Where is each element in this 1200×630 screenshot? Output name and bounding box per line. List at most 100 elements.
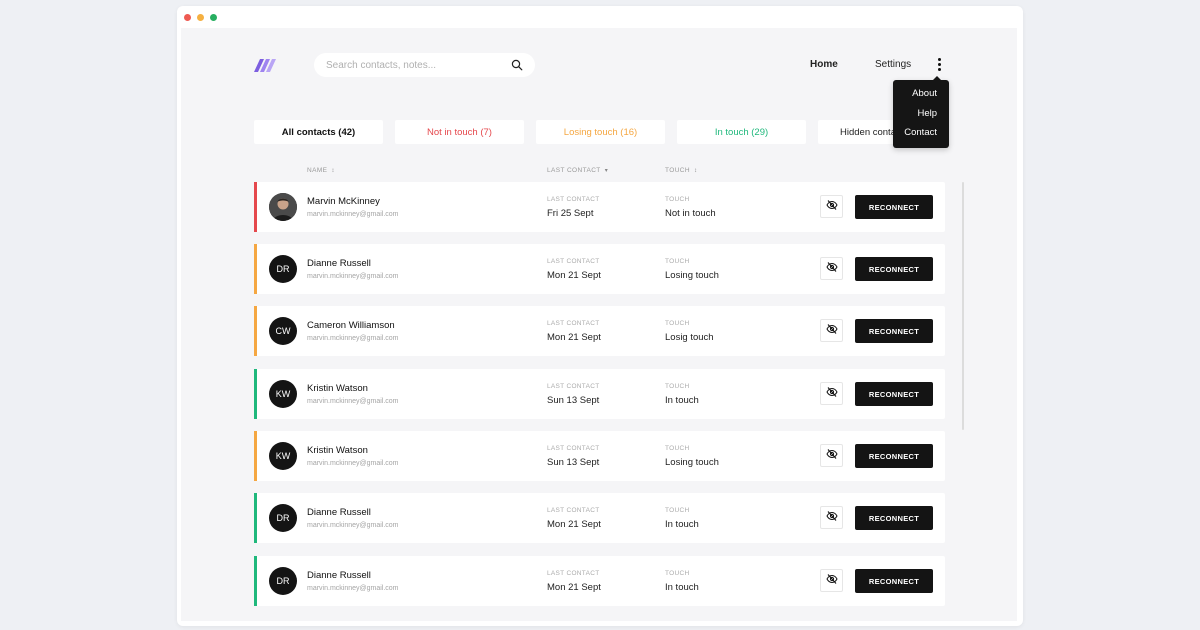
reconnect-button[interactable]: RECONNECT — [855, 195, 933, 219]
sort-both-icon: ↕ — [694, 167, 698, 174]
maximize-window-button[interactable] — [210, 14, 217, 21]
status-indicator — [254, 493, 257, 543]
more-menu-icon[interactable] — [933, 56, 945, 72]
contact-email: marvin.mckinney@gmail.com — [307, 273, 399, 280]
tab-in-touch[interactable]: In touch (29) — [677, 120, 806, 144]
hide-contact-button[interactable] — [820, 382, 843, 405]
last-contact-value: Sun 13 Sept — [547, 395, 600, 406]
last-contact-label: LAST CONTACT — [547, 445, 600, 452]
column-label-name: NAME — [307, 167, 328, 174]
search-bar[interactable] — [314, 53, 535, 77]
contact-email: marvin.mckinney@gmail.com — [307, 335, 399, 342]
touch-value: Losig touch — [665, 332, 714, 343]
touch-label: TOUCH — [665, 383, 690, 390]
sort-both-icon: ↕ — [331, 167, 335, 174]
last-contact-label: LAST CONTACT — [547, 383, 600, 390]
reconnect-button[interactable]: RECONNECT — [855, 444, 933, 468]
contact-name: Dianne Russell — [307, 507, 371, 518]
reconnect-button[interactable]: RECONNECT — [855, 506, 933, 530]
touch-value: Not in touch — [665, 208, 716, 219]
nav-settings[interactable]: Settings — [875, 59, 911, 70]
tab-all-contacts[interactable]: All contacts (42) — [254, 120, 383, 144]
contact-row[interactable]: Marvin McKinney marvin.mckinney@gmail.co… — [254, 182, 945, 232]
hide-contact-button[interactable] — [820, 195, 843, 218]
tab-losing-touch[interactable]: Losing touch (16) — [536, 120, 665, 144]
app-content: Home Settings About Help Contact All con… — [181, 28, 1017, 621]
touch-label: TOUCH — [665, 570, 690, 577]
contact-email: marvin.mckinney@gmail.com — [307, 522, 399, 529]
avatar: KW — [269, 380, 297, 408]
touch-value: Losing touch — [665, 270, 719, 281]
eye-off-icon — [825, 260, 838, 278]
close-window-button[interactable] — [184, 14, 191, 21]
touch-label: TOUCH — [665, 507, 690, 514]
touch-value: Losing touch — [665, 457, 719, 468]
status-indicator — [254, 431, 257, 481]
reconnect-button[interactable]: RECONNECT — [855, 382, 933, 406]
touch-label: TOUCH — [665, 258, 690, 265]
status-indicator — [254, 182, 257, 232]
last-contact-value: Mon 21 Sept — [547, 582, 601, 593]
touch-label: TOUCH — [665, 445, 690, 452]
tab-not-in-touch[interactable]: Not in touch (7) — [395, 120, 524, 144]
touch-label: TOUCH — [665, 196, 690, 203]
sort-down-icon: ▾ — [604, 168, 609, 174]
last-contact-label: LAST CONTACT — [547, 196, 600, 203]
status-indicator — [254, 369, 257, 419]
reconnect-button[interactable]: RECONNECT — [855, 257, 933, 281]
contact-email: marvin.mckinney@gmail.com — [307, 211, 399, 218]
hide-contact-button[interactable] — [820, 506, 843, 529]
contact-name: Cameron Williamson — [307, 320, 395, 331]
column-header-last-contact[interactable]: LAST CONTACT ▾ — [547, 167, 608, 174]
contact-email: marvin.mckinney@gmail.com — [307, 460, 399, 467]
reconnect-button[interactable]: RECONNECT — [855, 319, 933, 343]
avatar: CW — [269, 317, 297, 345]
touch-value: In touch — [665, 519, 699, 530]
hide-contact-button[interactable] — [820, 257, 843, 280]
window-controls — [184, 14, 217, 21]
contact-email: marvin.mckinney@gmail.com — [307, 398, 399, 405]
eye-off-icon — [825, 447, 838, 465]
column-label-touch: TOUCH — [665, 167, 690, 174]
contact-name: Dianne Russell — [307, 258, 371, 269]
touch-value: In touch — [665, 395, 699, 406]
contact-name: Dianne Russell — [307, 570, 371, 581]
menu-item-help[interactable]: Help — [893, 108, 949, 128]
column-header-touch[interactable]: TOUCH ↕ — [665, 167, 697, 174]
reconnect-button[interactable]: RECONNECT — [855, 569, 933, 593]
logo-icon[interactable] — [253, 57, 277, 73]
filter-tabs: All contacts (42) Not in touch (7) Losin… — [254, 120, 947, 144]
eye-off-icon — [825, 385, 838, 403]
search-icon[interactable] — [511, 59, 523, 71]
contact-row[interactable]: KW Kristin Watson marvin.mckinney@gmail.… — [254, 369, 945, 419]
last-contact-value: Sun 13 Sept — [547, 457, 600, 468]
more-menu-dropdown: About Help Contact — [893, 76, 949, 148]
hide-contact-button[interactable] — [820, 444, 843, 467]
avatar: KW — [269, 442, 297, 470]
menu-item-about[interactable]: About — [893, 88, 949, 108]
avatar: DR — [269, 504, 297, 532]
nav-home[interactable]: Home — [810, 59, 838, 70]
eye-off-icon — [825, 572, 838, 590]
search-input[interactable] — [326, 59, 511, 71]
last-contact-value: Mon 21 Sept — [547, 519, 601, 530]
contact-row[interactable]: KW Kristin Watson marvin.mckinney@gmail.… — [254, 431, 945, 481]
column-header-name[interactable]: NAME ↕ — [307, 167, 335, 174]
hide-contact-button[interactable] — [820, 569, 843, 592]
last-contact-label: LAST CONTACT — [547, 570, 600, 577]
contact-row[interactable]: DR Dianne Russell marvin.mckinney@gmail.… — [254, 493, 945, 543]
contact-name: Marvin McKinney — [307, 196, 380, 207]
contact-row[interactable]: DR Dianne Russell marvin.mckinney@gmail.… — [254, 556, 945, 606]
contact-row[interactable]: DR Dianne Russell marvin.mckinney@gmail.… — [254, 244, 945, 294]
status-indicator — [254, 244, 257, 294]
scrollbar[interactable] — [962, 182, 964, 430]
column-label-last-contact: LAST CONTACT — [547, 167, 601, 174]
contact-row[interactable]: CW Cameron Williamson marvin.mckinney@gm… — [254, 306, 945, 356]
hide-contact-button[interactable] — [820, 319, 843, 342]
minimize-window-button[interactable] — [197, 14, 204, 21]
menu-item-contact[interactable]: Contact — [893, 127, 949, 147]
contact-name: Kristin Watson — [307, 383, 368, 394]
last-contact-label: LAST CONTACT — [547, 507, 600, 514]
last-contact-label: LAST CONTACT — [547, 258, 600, 265]
avatar — [269, 193, 297, 221]
